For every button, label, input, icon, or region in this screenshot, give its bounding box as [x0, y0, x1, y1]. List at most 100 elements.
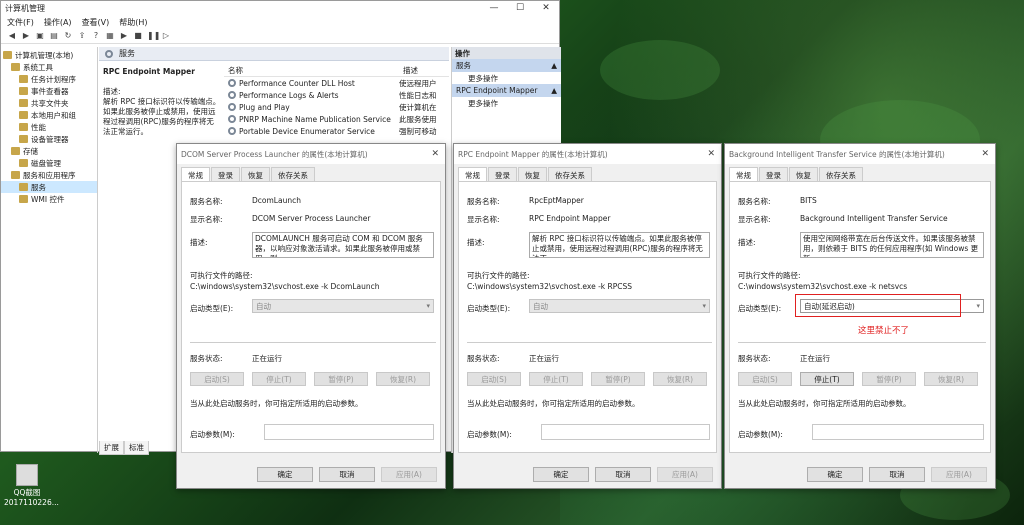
tree-item-label: 事件查看器 [31, 86, 69, 96]
tree-item[interactable]: 设备管理器 [1, 133, 97, 145]
start-params-input[interactable] [812, 424, 984, 440]
start-params-hint: 当从此处启动服务时，你可指定所适用的启动参数。 [190, 399, 363, 408]
close-icon[interactable]: ✕ [707, 149, 715, 159]
tree-item[interactable]: 任务计划程序 [1, 73, 97, 85]
service-row[interactable]: Performance Counter DLL Host 使远程用户 [224, 77, 449, 89]
tree-node-icon [19, 99, 28, 107]
menu-view[interactable]: 查看(V) [82, 17, 110, 28]
startup-type-select[interactable]: 自动 ▾ [529, 299, 710, 313]
cancel-button[interactable]: 取消 [595, 467, 651, 482]
start-params-input[interactable] [541, 424, 710, 440]
desktop-icon-qq-screenshot[interactable]: QQ截图 2017110226... [4, 464, 59, 508]
column-description[interactable]: 描述 [399, 65, 418, 76]
resume-button[interactable]: 恢复(R) [653, 372, 707, 386]
service-row[interactable]: Portable Device Enumerator Service 强制可移动 [224, 125, 449, 137]
action-more[interactable]: 更多操作 [452, 97, 561, 109]
tab-standard[interactable]: 标准 [124, 441, 149, 455]
start-button[interactable]: 启动(S) [738, 372, 792, 386]
apply-button[interactable]: 应用(A) [931, 467, 987, 482]
pause-icon[interactable]: ❚❚ [147, 31, 160, 41]
tree-item[interactable]: 磁盘管理 [1, 157, 97, 169]
menu-action[interactable]: 操作(A) [44, 17, 72, 28]
description-label: 描述: [103, 87, 121, 96]
service-row-name: PNRP Machine Name Publication Service [239, 114, 391, 124]
cancel-button[interactable]: 取消 [319, 467, 375, 482]
startup-type-label: 启动类型(E): [190, 304, 234, 313]
start-params-label: 启动参数(M): [190, 430, 235, 439]
column-name[interactable]: 名称 [224, 65, 399, 76]
dialog-title: RPC Endpoint Mapper 的属性(本地计算机) [458, 149, 608, 159]
tree-item[interactable]: 共享文件夹 [1, 97, 97, 109]
apply-button[interactable]: 应用(A) [657, 467, 713, 482]
services-pane-header: 服务 [99, 47, 449, 61]
tree-item[interactable]: WMI 控件 [1, 193, 97, 205]
forward-icon[interactable]: ▶ [21, 31, 31, 41]
resume-button[interactable]: 恢复(R) [376, 372, 430, 386]
stop-button[interactable]: 停止(T) [800, 372, 854, 386]
view-icon[interactable]: ▦ [105, 31, 115, 41]
tree-item[interactable]: 存储 [1, 145, 97, 157]
description-box[interactable]: 解析 RPC 接口标识符以传输端点。如果此服务被停止或禁用，使用远程过程调用(R… [529, 232, 710, 258]
tree-item[interactable]: 本地用户和组 [1, 109, 97, 121]
start-button[interactable]: 启动(S) [190, 372, 244, 386]
start-params-input[interactable] [264, 424, 434, 440]
close-icon[interactable]: ✕ [981, 149, 989, 159]
description-box[interactable]: DCOMLAUNCH 服务可启动 COM 和 DCOM 服务器，以响应对象激活请… [252, 232, 434, 258]
description-label: 描述: [467, 238, 485, 247]
tree-item[interactable]: 性能 [1, 121, 97, 133]
action-section-services[interactable]: 服务 ▲ [452, 59, 561, 72]
startup-type-select[interactable]: 自动 ▾ [252, 299, 434, 313]
service-row-name: Plug and Play [239, 102, 290, 112]
tree-item-label: 服务 [31, 182, 46, 192]
play-icon[interactable]: ▶ [119, 31, 129, 41]
gear-icon [228, 79, 236, 87]
cancel-button[interactable]: 取消 [869, 467, 925, 482]
stop-button[interactable]: 停止(T) [529, 372, 583, 386]
startup-type-label: 启动类型(E): [738, 304, 782, 313]
tree-item[interactable]: 系统工具 [1, 61, 97, 73]
pause-button[interactable]: 暂停(P) [314, 372, 368, 386]
tree-item[interactable]: 事件查看器 [1, 85, 97, 97]
collapse-icon[interactable]: ▲ [551, 61, 557, 70]
ok-button[interactable]: 确定 [533, 467, 589, 482]
stop-icon[interactable]: ■ [133, 31, 143, 41]
refresh-icon[interactable]: ↻ [63, 31, 73, 41]
menu-file[interactable]: 文件(F) [7, 17, 34, 28]
pause-button[interactable]: 暂停(P) [591, 372, 645, 386]
tree-item[interactable]: 服务和应用程序 [1, 169, 97, 181]
close-icon[interactable]: ✕ [431, 149, 439, 159]
resume-button[interactable]: 恢复(R) [924, 372, 978, 386]
collapse-icon[interactable]: ▲ [551, 86, 557, 95]
gear-icon [228, 103, 236, 111]
close-icon[interactable]: ✕ [533, 3, 559, 13]
service-row[interactable]: PNRP Machine Name Publication Service 此服务… [224, 113, 449, 125]
gear-icon [228, 127, 236, 135]
start-params-hint: 当从此处启动服务时，你可指定所适用的启动参数。 [738, 399, 911, 408]
maximize-icon[interactable]: ☐ [507, 3, 533, 13]
restart-icon[interactable]: ▷ [161, 31, 171, 41]
dialog-title: Background Intelligent Transfer Service … [729, 149, 945, 159]
tree-item-label: 设备管理器 [31, 134, 69, 144]
apply-button[interactable]: 应用(A) [381, 467, 437, 482]
tree-item[interactable]: 服务 [1, 181, 97, 193]
start-button[interactable]: 启动(S) [467, 372, 521, 386]
properties-icon[interactable]: ▤ [49, 31, 59, 41]
action-more[interactable]: 更多操作 [452, 72, 561, 84]
action-section-service[interactable]: RPC Endpoint Mapper ▲ [452, 84, 561, 97]
stop-button[interactable]: 停止(T) [252, 372, 306, 386]
menu-help[interactable]: 帮助(H) [119, 17, 147, 28]
ok-button[interactable]: 确定 [257, 467, 313, 482]
export-icon[interactable]: ⇪ [77, 31, 87, 41]
ok-button[interactable]: 确定 [807, 467, 863, 482]
tab-extended[interactable]: 扩展 [99, 441, 124, 455]
service-row[interactable]: Performance Logs & Alerts 性能日志和 [224, 89, 449, 101]
service-row[interactable]: Plug and Play 使计算机在 [224, 101, 449, 113]
description-box[interactable]: 使用空闲网络带宽在后台传送文件。如果该服务被禁用，则依赖于 BITS 的任何应用… [800, 232, 984, 258]
folder-icon[interactable]: ▣ [35, 31, 45, 41]
tree-node-icon [11, 147, 20, 155]
back-icon[interactable]: ◀ [7, 31, 17, 41]
minimize-icon[interactable]: — [481, 3, 507, 13]
pause-button[interactable]: 暂停(P) [862, 372, 916, 386]
help-icon[interactable]: ? [91, 31, 101, 41]
tree-item[interactable]: 计算机管理(本地) [1, 49, 97, 61]
